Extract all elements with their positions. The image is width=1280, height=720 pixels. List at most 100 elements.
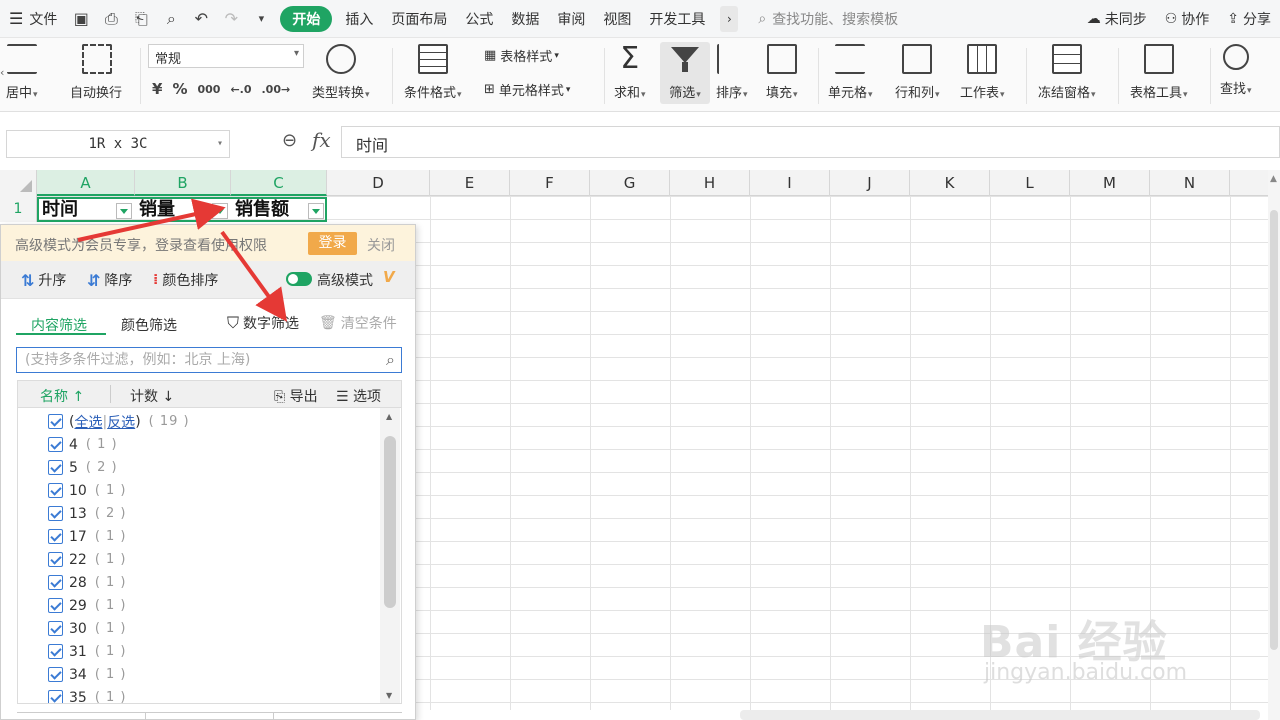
clear-conditions-button[interactable]: 🗑 清空条件 [319,313,397,333]
column-header-n[interactable]: N [1150,170,1230,196]
column-header-m[interactable]: M [1070,170,1150,196]
row-col-button[interactable]: 行和列 [895,38,940,101]
sort-button[interactable]: 排序 [716,38,748,101]
column-header-e[interactable]: E [430,170,510,196]
list-item[interactable]: 31 ( 1 ) [48,640,127,663]
column-header-g[interactable]: G [590,170,670,196]
list-item[interactable]: 13 ( 2 ) [48,502,127,525]
cell-button[interactable]: 单元格 [828,38,873,101]
item-checkbox[interactable] [48,598,63,613]
list-scroll-thumb[interactable] [384,436,396,608]
fill-button[interactable]: 填充 [766,38,798,101]
tab-color-filter[interactable]: 颜色筛选 [121,315,177,335]
item-checkbox[interactable] [48,437,63,452]
currency-button[interactable]: ¥ [152,80,162,98]
column-header-c[interactable]: C [231,170,327,196]
list-item[interactable]: 5 ( 2 ) [48,456,118,479]
save-icon[interactable]: ▣ [66,0,96,38]
vertical-scroll-thumb[interactable] [1270,210,1278,650]
auto-wrap-button[interactable]: 自动换行 [70,38,123,101]
tab-home[interactable]: 开始 [280,5,333,32]
sort-descending-button[interactable]: ⇵ 降序 [87,270,132,290]
item-checkbox[interactable] [48,644,63,659]
name-box[interactable]: 1R x 3C [6,130,230,158]
search-icon[interactable]: ⌕ [386,350,395,370]
fx-label[interactable]: fx [312,128,331,152]
column-header-j[interactable]: J [830,170,910,196]
sum-button[interactable]: Σ 求和 [614,38,646,102]
filter-search-input[interactable] [17,348,367,372]
item-checkbox[interactable] [48,690,63,703]
list-item[interactable]: 34 ( 1 ) [48,663,127,686]
zoom-search-icon[interactable]: ⊖ [282,130,297,151]
close-banner-button[interactable]: 关闭 [367,235,395,255]
print-preview-icon[interactable]: ⌕ [156,0,186,38]
table-tools-button[interactable]: 表格工具 [1130,38,1188,101]
table-style-button[interactable]: ▦ 表格样式 ▾ [484,46,559,65]
select-all-checkbox[interactable] [48,414,63,429]
item-checkbox[interactable] [48,506,63,521]
type-convert-button[interactable]: 类型转换 [312,38,370,101]
column-header-d[interactable]: D [327,170,430,196]
scroll-down-icon[interactable]: ▼ [386,691,392,700]
color-sort-button[interactable]: ⁞ 颜色排序 [153,270,218,290]
decrease-decimal-button[interactable]: .00→ [262,83,291,98]
item-checkbox[interactable] [48,529,63,544]
scroll-up-icon[interactable]: ▲ [386,412,392,421]
advanced-mode-toggle[interactable] [286,272,312,286]
tab-review[interactable]: 审阅 [548,0,594,38]
invert-selection-link[interactable]: 反选 [107,412,135,432]
export-button[interactable]: ⎘ 导出 [274,386,318,406]
print-icon[interactable]: ⎗ [126,0,156,38]
column-header-f[interactable]: F [510,170,590,196]
sync-status[interactable]: ☁ 未同步 [1078,0,1156,38]
item-checkbox[interactable] [48,460,63,475]
share-button[interactable]: ⇪ 分享 [1218,0,1280,38]
merge-center-button[interactable]: 居中 [6,38,38,101]
sort-by-count-button[interactable]: 计数 ↓ [130,386,174,406]
select-all-link[interactable]: 全选 [74,412,102,432]
list-item[interactable]: 35 ( 1 ) [48,686,127,703]
options-button[interactable]: ☰ 选项 [336,386,381,406]
collaborate-button[interactable]: ⚇ 协作 [1156,0,1219,38]
number-filter-button[interactable]: ⛉ 数字筛选 [227,313,299,333]
tab-content-filter[interactable]: 内容筛选 [31,315,87,335]
row-header-1[interactable]: 1 [0,196,37,222]
filter-button[interactable]: 筛选 [660,42,710,104]
list-item[interactable]: 29 ( 1 ) [48,594,127,617]
file-menu[interactable]: ☰ 文件 [0,0,66,38]
column-header-l[interactable]: L [990,170,1070,196]
percent-button[interactable]: % [172,80,187,98]
list-item[interactable]: 28 ( 1 ) [48,571,127,594]
select-all-corner[interactable] [0,170,37,196]
column-header-b[interactable]: B [135,170,231,196]
formula-input[interactable]: 时间 [341,126,1280,158]
login-button[interactable]: 登录 [308,232,357,255]
tab-data[interactable]: 数据 [502,0,548,38]
item-checkbox[interactable] [48,483,63,498]
tab-formula[interactable]: 公式 [456,0,502,38]
column-header-i[interactable]: I [750,170,830,196]
thousands-button[interactable]: 000 [197,83,220,98]
item-checkbox[interactable] [48,667,63,682]
column-header-a[interactable]: A [37,170,135,196]
list-item[interactable]: 22 ( 1 ) [48,548,127,571]
freeze-panes-button[interactable]: 冻结窗格 [1038,38,1096,101]
item-checkbox[interactable] [48,621,63,636]
increase-decimal-button[interactable]: ←.0 [230,83,251,98]
tab-view[interactable]: 视图 [594,0,640,38]
list-item[interactable]: 30 ( 1 ) [48,617,127,640]
number-format-select[interactable]: 常规 [148,44,304,68]
list-item[interactable]: 4 ( 1 ) [48,433,118,456]
filter-value-list[interactable]: (全选 | 反选) ( 19 ) 4 ( 1 ) 5 ( 2 ) 10 ( 1 ) 13 (… [17,408,402,704]
quick-access-dropdown-icon[interactable]: ▾ [246,0,276,38]
feature-search[interactable]: ⌕ 查找功能、搜索模板 [744,0,912,38]
list-scrollbar[interactable]: ▲ ▼ [380,408,400,703]
scroll-up-icon[interactable]: ▲ [1270,174,1277,184]
column-header-k[interactable]: K [910,170,990,196]
ribbon-scroll-left-icon[interactable]: ‹ [0,66,4,79]
conditional-format-button[interactable]: 条件格式 [404,38,462,101]
cell-style-button[interactable]: ⊞ 单元格样式 ▾ [484,80,570,99]
tab-developer[interactable]: 开发工具 [640,0,714,38]
worksheet-button[interactable]: 工作表 [960,38,1005,101]
